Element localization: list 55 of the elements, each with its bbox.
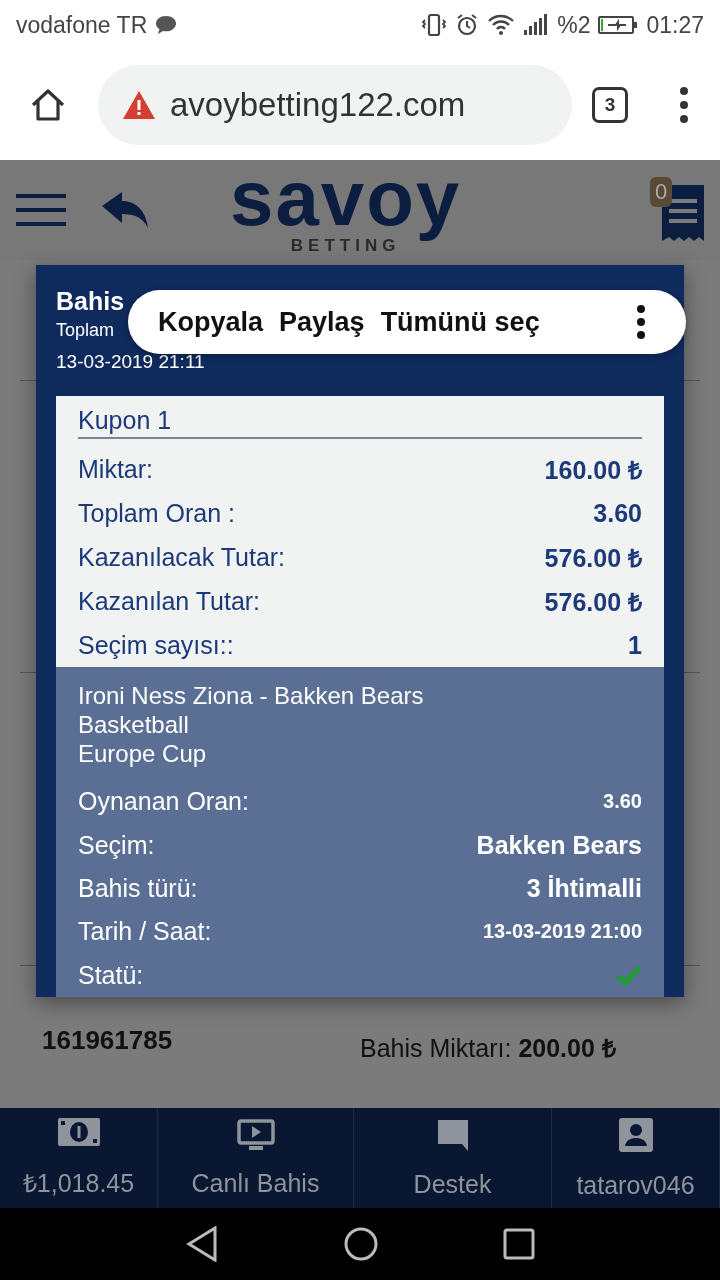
back-icon[interactable] — [185, 1226, 219, 1262]
row-label: Kazanılan Tutar: — [78, 586, 261, 616]
row-label: Kazanılacak Tutar: — [78, 542, 286, 572]
row-value: 3.60 — [593, 498, 642, 528]
row-label: Bahis türü: — [78, 873, 198, 903]
coupon-title: Kupon 1 — [78, 406, 642, 439]
menu-icon[interactable] — [16, 194, 66, 226]
row-value: 3.60 — [603, 790, 642, 814]
row-label: Miktar: — [78, 454, 153, 484]
menu-action[interactable]: Tümünü seç — [380, 306, 540, 338]
match-info: Ironi Ness Ziona - Bakken Bears — [78, 681, 425, 710]
row-label: Seçim: — [78, 830, 155, 860]
logo-subtext: BETTING — [290, 236, 401, 254]
stake-amount: Bahis Miktarı: 200.00 ₺ — [360, 1033, 616, 1064]
play-screen-icon — [236, 1118, 275, 1151]
menu-action[interactable]: Kopyala — [158, 306, 264, 338]
signal-icon — [523, 14, 550, 36]
battery-charging-icon — [598, 15, 639, 35]
tab-count-button[interactable]: 3 — [592, 87, 628, 123]
dialog-title: Bahis — [56, 287, 125, 316]
home-circle-icon[interactable] — [343, 1226, 379, 1262]
match-info: Europe Cup — [78, 739, 208, 768]
carrier-name: vodafone TR — [16, 11, 148, 39]
row-value: 1 — [628, 630, 642, 660]
bet-number: 161961785 — [42, 1025, 174, 1056]
row-label: Seçim sayısı:: — [78, 630, 234, 660]
dialog-subtitle: Toplam — [56, 320, 115, 341]
menu-action[interactable]: Paylaş — [279, 306, 365, 338]
betslip-count-badge: 0 — [650, 177, 673, 207]
back-arrow-icon[interactable] — [100, 190, 150, 230]
more-menu-icon[interactable] — [678, 85, 690, 125]
clock-time: 01:27 — [646, 11, 704, 39]
row-label: Statü: — [78, 960, 144, 990]
dialog-date: 13-03-2019 21:11 — [56, 351, 205, 373]
match-info: Basketball — [78, 710, 190, 739]
row-label: Oynanan Oran: — [78, 787, 249, 817]
row-value: Bakken Bears — [476, 830, 642, 860]
row-value: 13-03-2019 21:00 — [483, 920, 642, 944]
vibrate-icon — [421, 12, 448, 38]
more-options-icon[interactable] — [636, 305, 646, 339]
row-value: 3 İhtimalli — [526, 873, 642, 903]
banknote-icon — [56, 1117, 101, 1147]
row-value: 160.00 ₺ — [544, 455, 642, 486]
row-value: 576.00 ₺ — [544, 543, 642, 574]
row-label: Toplam Oran : — [78, 498, 235, 528]
recents-icon[interactable] — [503, 1228, 535, 1260]
row-value: 576.00 ₺ — [544, 587, 642, 618]
address-bar[interactable]: avoybetting122.com — [98, 65, 572, 145]
warning-icon — [122, 90, 156, 120]
message-icon — [155, 15, 178, 35]
wifi-icon — [487, 13, 516, 37]
battery-percent: %2 — [557, 11, 591, 39]
row-label: Tarih / Saat: — [78, 917, 212, 947]
chat-bubble-icon — [435, 1117, 470, 1152]
person-icon — [617, 1116, 654, 1153]
